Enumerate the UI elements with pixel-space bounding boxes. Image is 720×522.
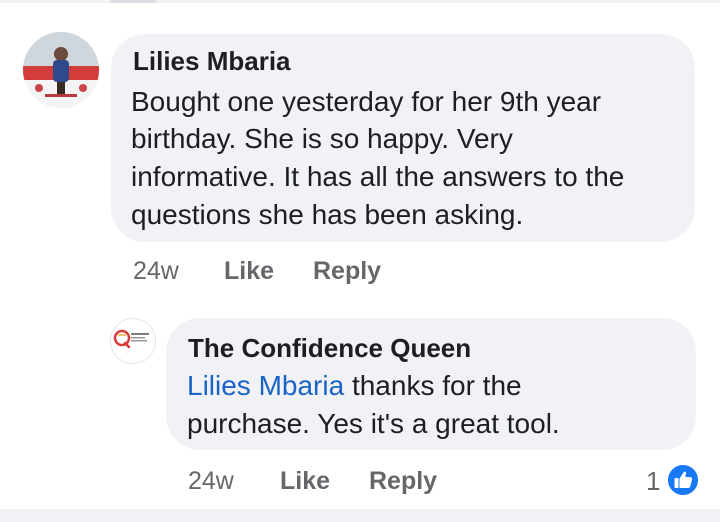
comment-timestamp[interactable]: 24w [188,466,234,496]
comment-text-line: purchase. Yes it's a great tool. [187,408,560,439]
reply-button[interactable]: Reply [369,466,437,496]
comment-text: thanks for the [344,370,522,401]
confidence-queen-logo [111,319,155,363]
comment-author[interactable]: Lilies Mbaria [133,46,291,76]
comment-timestamp[interactable]: 24w [133,256,179,286]
avatar[interactable] [110,318,156,364]
comment-text-line: Bought one yesterday for her 9th year [131,86,602,117]
like-button[interactable]: Like [224,256,274,286]
comment-text-line: birthday. She is so happy. Very [131,123,513,154]
reply-button[interactable]: Reply [313,256,381,286]
comment-author[interactable]: The Confidence Queen [188,333,471,363]
avatar[interactable] [23,32,99,108]
divider-notch [110,0,156,3]
like-button[interactable]: Like [280,466,330,496]
comment-text-line: Lilies Mbaria thanks for the [187,367,522,404]
thumbs-up-icon[interactable] [666,463,700,497]
mention-link[interactable]: Lilies Mbaria [187,370,344,401]
comment-text-line: informative. It has all the answers to t… [131,161,625,192]
avatar-photo [23,32,99,108]
comment-text-line: questions she has been asking. [131,199,524,230]
reaction-count[interactable]: 1 [646,466,660,496]
top-divider [0,0,720,3]
bottom-divider [0,509,720,522]
